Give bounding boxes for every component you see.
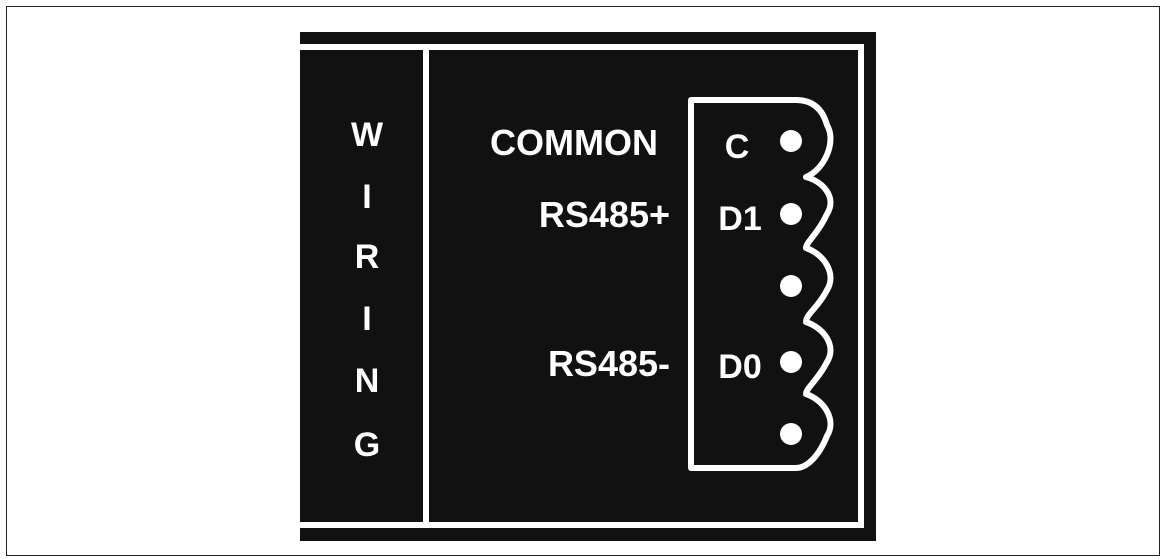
signal-label-rs485-minus: RS485- (548, 343, 670, 384)
terminal-dot-3 (780, 275, 802, 297)
signal-label-rs485-plus: RS485+ (539, 194, 670, 235)
terminal-dot-d0 (780, 351, 802, 373)
title-letter-w: W (351, 116, 384, 154)
title-letter-n: N (355, 362, 380, 400)
wiring-panel: W I R I N G COMMON RS485+ RS485- C D1 D0 (300, 32, 876, 541)
vertical-title: W I R I N G (351, 116, 384, 464)
terminal-label-c: C (725, 128, 750, 166)
terminal-dot-c (780, 130, 802, 152)
title-letter-g: G (354, 426, 380, 464)
terminal-dot-d1 (780, 203, 802, 225)
terminal-block-outline (688, 97, 834, 471)
signal-label-common: COMMON (490, 122, 658, 163)
title-letter-i: I (362, 178, 371, 216)
wiring-diagram: W I R I N G COMMON RS485+ RS485- C D1 D0 (300, 44, 864, 528)
title-letter-r: R (355, 238, 380, 276)
terminal-label-d1: D1 (718, 200, 761, 238)
title-letter-i: I (362, 300, 371, 338)
terminal-dot-5 (780, 423, 802, 445)
terminal-label-d0: D0 (718, 348, 761, 386)
